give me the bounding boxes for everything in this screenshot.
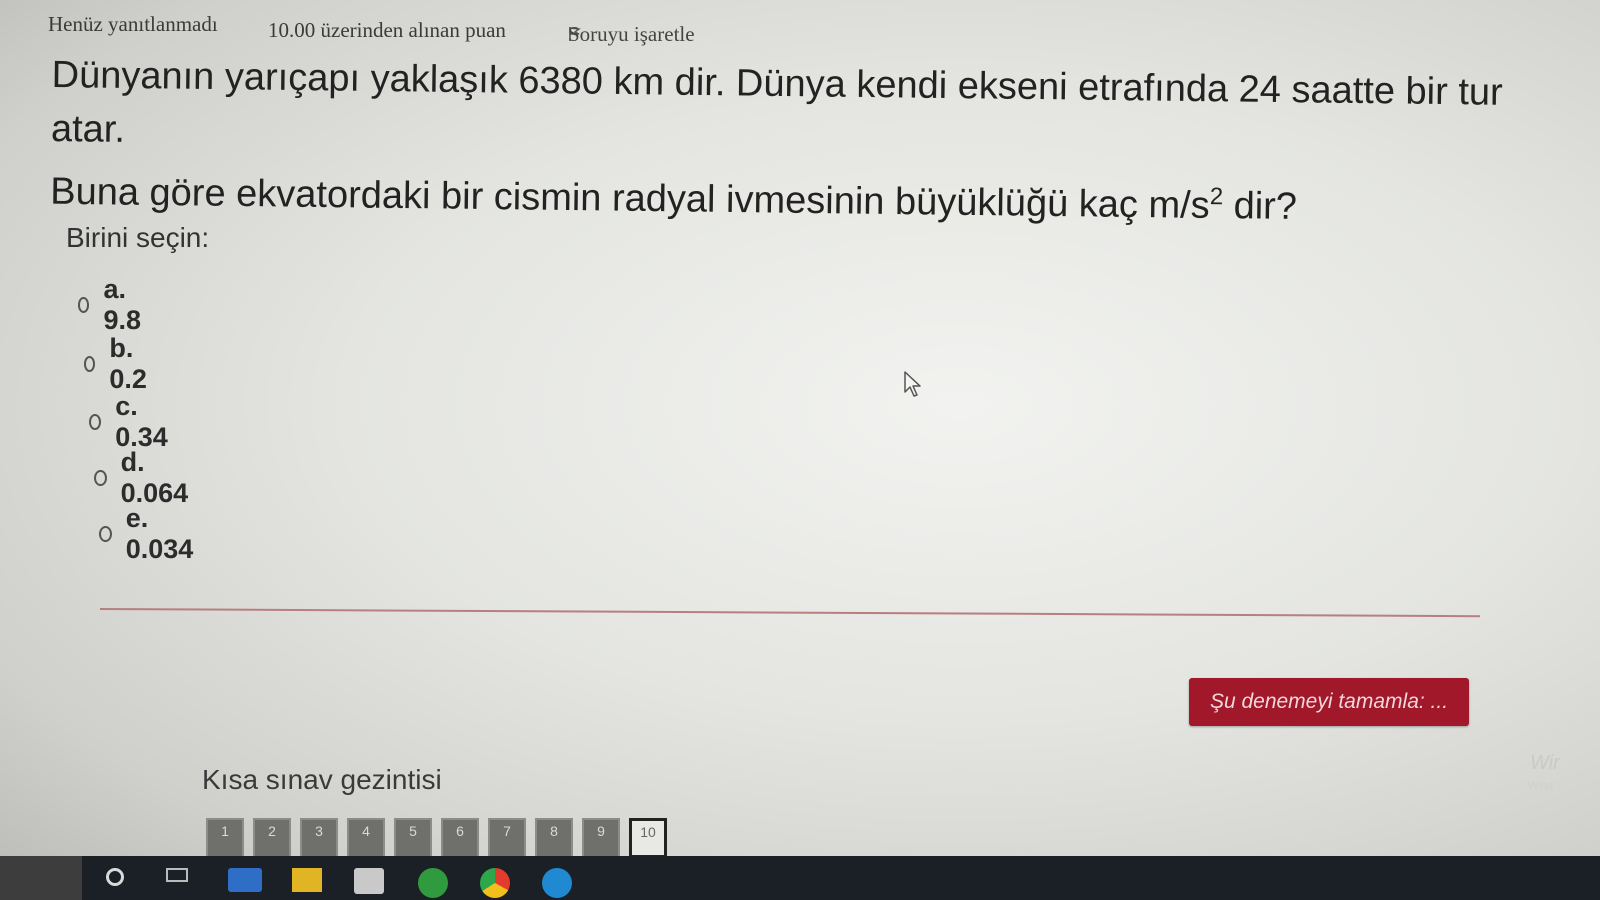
answer-label: c. 0.34 <box>115 391 168 452</box>
edge-browser-icon[interactable] <box>542 868 572 898</box>
answer-label: b. 0.2 <box>109 333 147 394</box>
radio-button[interactable] <box>94 470 107 486</box>
quiz-nav-button-4[interactable]: 4 <box>347 818 385 858</box>
quiz-navigation-buttons: 1 2 3 4 5 6 7 8 9 10 <box>206 818 667 858</box>
store-app-icon[interactable] <box>354 868 384 894</box>
radio-button[interactable] <box>78 297 90 313</box>
answer-option-e[interactable]: e. 0.034 <box>99 503 197 565</box>
quiz-nav-button-1[interactable]: 1 <box>206 818 244 858</box>
screen-edge <box>0 856 82 900</box>
search-icon[interactable] <box>106 868 124 886</box>
answer-option-b[interactable]: b. 0.2 <box>84 333 152 395</box>
os-taskbar <box>82 856 1600 900</box>
answer-option-d[interactable]: d. 0.064 <box>94 447 192 509</box>
question-line-2-end: dir? <box>1222 184 1298 228</box>
finish-attempt-button[interactable]: Şu denemeyi tamamla: ... <box>1189 678 1469 726</box>
answer-option-a[interactable]: a. 9.8 <box>78 274 146 336</box>
answer-label: d. 0.064 <box>120 447 189 508</box>
flag-question-link[interactable]: Soruyu işaretle <box>568 22 695 46</box>
quiz-nav-button-10-current[interactable]: 10 <box>629 818 667 858</box>
quiz-nav-button-9[interactable]: 9 <box>582 818 620 858</box>
radio-button[interactable] <box>89 414 102 430</box>
quiz-nav-button-2[interactable]: 2 <box>253 818 291 858</box>
quiz-nav-button-5[interactable]: 5 <box>394 818 432 858</box>
quiz-nav-button-6[interactable]: 6 <box>441 818 479 858</box>
answer-label: e. 0.034 <box>125 503 194 564</box>
question-line-1: Dünyanın yarıçapı yaklaşık 6380 km dir. … <box>50 53 1503 151</box>
flag-question-label: Soruyu işaretle <box>568 21 695 46</box>
quiz-nav-button-7[interactable]: 7 <box>488 818 526 858</box>
chrome-browser-icon[interactable] <box>480 868 510 898</box>
answer-option-c[interactable]: c. 0.34 <box>89 391 172 453</box>
task-view-icon[interactable] <box>166 868 188 882</box>
mail-app-icon[interactable] <box>228 868 262 892</box>
file-explorer-icon[interactable] <box>292 868 322 892</box>
answer-prompt: Birini seçin: <box>66 222 210 253</box>
quiz-navigation-title: Kısa sınav gezintisi <box>202 764 442 795</box>
activation-watermark-sub: Wind <box>1528 780 1554 792</box>
mouse-pointer-icon <box>904 371 921 397</box>
question-exponent: 2 <box>1209 183 1224 211</box>
radio-button[interactable] <box>84 356 96 372</box>
question-line-2-text: Buna göre ekvatordaki bir cismin radyal … <box>49 170 1210 227</box>
green-app-icon[interactable] <box>418 868 448 898</box>
quiz-nav-button-3[interactable]: 3 <box>300 818 338 858</box>
answer-label: a. 9.8 <box>103 274 142 335</box>
question-grade: 10.00 üzerinden alınan puan <box>268 18 506 42</box>
question-state: Henüz yanıtlanmadı <box>48 12 218 36</box>
activation-watermark: Wir <box>1530 752 1560 774</box>
section-divider <box>99 608 1480 618</box>
quiz-nav-button-8[interactable]: 8 <box>535 818 573 858</box>
question-text: Dünyanın yarıçapı yaklaşık 6380 km dir. … <box>50 48 1552 237</box>
radio-button[interactable] <box>99 526 112 542</box>
